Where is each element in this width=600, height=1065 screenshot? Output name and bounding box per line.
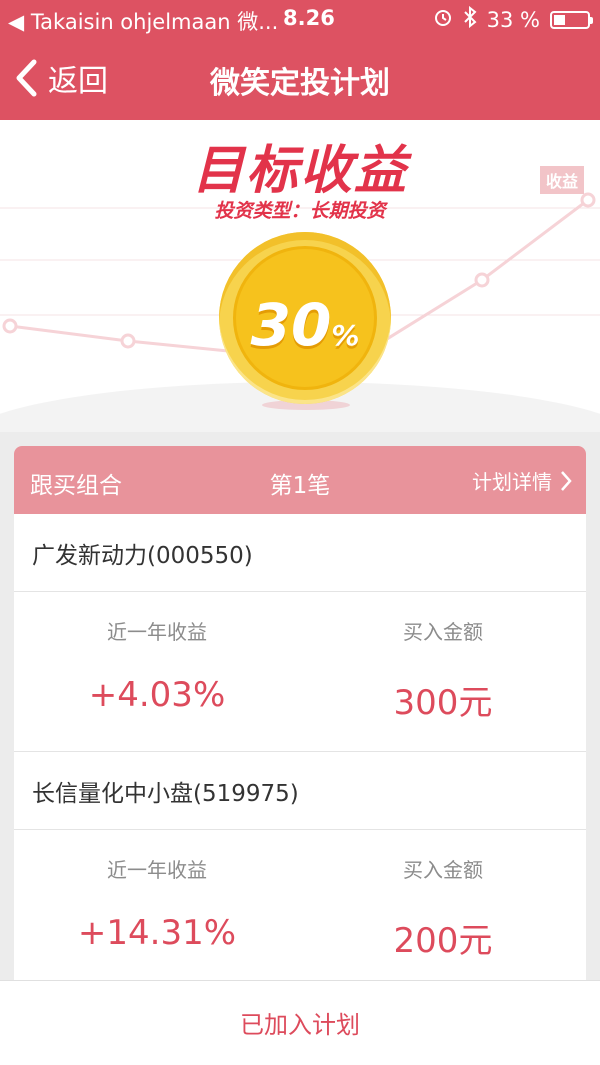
target-return-title: 目标收益 [191,141,408,201]
status-indicators: 33 % [433,5,593,33]
status-time: 8.26 [283,6,335,30]
target-return-rate: 30% [250,291,360,359]
chevron-right-icon [561,470,572,491]
buy-amount-stat: 买入金额 300元 [300,616,586,724]
annual-return-stat: 近一年收益 +14.31% [14,854,300,953]
return-tag: 收益 [539,166,584,194]
investment-type-label: 投资类型：长期投资 [214,200,386,222]
annual-return-stat: 近一年收益 +4.03% [14,616,300,715]
fund-name[interactable]: 长信量化中小盘(519975) [14,752,586,830]
plan-card: 跟买组合 第1笔 计划详情 广发新动力(000550) 近一年收益 +4.03%… [14,446,586,1006]
buy-amount-value: 200元 [393,921,493,961]
annual-return-value: +4.03% [88,675,226,715]
battery-percent: 33 % [486,7,540,32]
status-bar: ◀ Takaisin ohjelmaan 微... 8.26 33 % [0,0,600,40]
buy-amount-value: 300元 [393,683,493,723]
plan-details-link[interactable]: 计划详情 [472,466,572,495]
plan-card-header: 跟买组合 第1笔 计划详情 [14,446,586,514]
bottom-action-bar: 已加入计划 [0,980,600,1065]
annual-return-label: 近一年收益 [107,858,207,882]
buy-amount-label: 买入金额 [403,620,483,644]
battery-icon [550,10,593,29]
annual-return-label: 近一年收益 [107,620,207,644]
joined-plan-button[interactable]: 已加入计划 [0,1005,600,1040]
fund-stats: 近一年收益 +14.31% 买入金额 200元 [14,830,586,990]
fund-stats: 近一年收益 +4.03% 买入金额 300元 [14,592,586,752]
navigation-bar: 返回 微笑定投计划 [0,40,600,120]
coin-badge: 30% [219,232,391,404]
page-title: 微笑定投计划 [210,66,390,101]
annual-return-value: +14.31% [77,913,237,953]
buy-amount-label: 买入金额 [403,858,483,882]
buy-amount-stat: 买入金额 200元 [300,854,586,962]
target-return-hero: 目标收益 投资类型：长期投资 收益 30% [0,120,600,432]
back-to-app-link[interactable]: ◀ Takaisin ohjelmaan 微... [8,6,278,36]
fund-name[interactable]: 广发新动力(000550) [14,514,586,592]
coin-inner: 30% [233,246,377,390]
plan-details-label: 计划详情 [472,470,552,494]
bluetooth-icon [463,5,477,33]
alarm-icon [433,7,453,32]
